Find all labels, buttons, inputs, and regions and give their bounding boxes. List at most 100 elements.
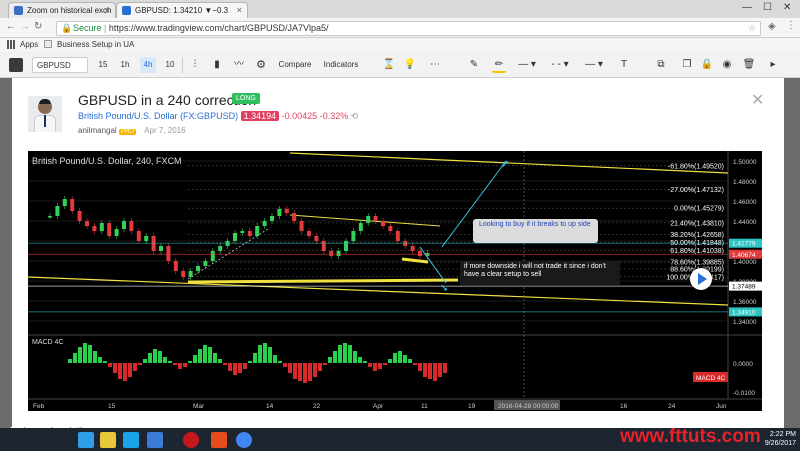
y-tick-label: 1.44000 [733,219,757,226]
macd-bar [153,349,157,363]
price-change-pct: -0.32% [319,111,349,121]
menu-icon[interactable]: ⋮ [786,20,796,31]
candles-icon[interactable]: ▮ [210,57,224,73]
tab-historical[interactable]: Zoom on historical exch × [8,2,116,18]
compare-button[interactable]: Compare [276,57,314,73]
candle [381,221,385,226]
chart-canvas[interactable]: 1.500001.480001.460001.440001.420001.400… [28,151,762,411]
interval-15[interactable]: 15 [95,57,111,73]
interval-4h[interactable]: 4h [140,57,156,73]
line-dash-icon[interactable]: - - ▾ [546,57,574,73]
candle [144,236,149,241]
alert-icon[interactable]: ⌛ [382,57,396,73]
play-icon [698,273,707,285]
bar-style-icon[interactable]: ⫶ [188,57,202,73]
media-icon[interactable] [183,432,199,448]
bookmark-business[interactable]: Business Setup in UA [57,40,134,49]
settings-gear-icon[interactable]: ⚙ [254,57,268,73]
app-icon[interactable] [147,432,163,448]
candle [99,223,104,231]
play-button[interactable] [690,268,712,290]
price-tag-label: 1.34910 [732,309,756,316]
copy-icon[interactable]: ⧉ [654,57,668,73]
candle [344,241,348,251]
candle [62,199,67,206]
extension-icon[interactable]: ◈ [768,21,776,32]
close-tab-icon[interactable]: × [105,3,110,18]
candle [210,251,215,261]
line-width-icon[interactable]: — ▾ [580,57,608,73]
macd-bar [138,363,142,365]
x-tick-label: Mar [193,403,205,410]
chrome-icon[interactable] [236,432,252,448]
delete-icon[interactable]: 🗑 [742,57,756,73]
indicators-button[interactable]: Indicators [318,57,364,73]
brush-icon[interactable]: ✏ [492,57,506,73]
close-modal-icon[interactable]: ✕ [751,90,764,110]
tab-gbpusd[interactable]: GBPUSD: 1.34210 ▼−0.3 × [116,2,248,18]
pattern-icon[interactable]: ⋯ [428,57,442,73]
lock-icon: 🔒 [61,23,73,33]
candle [410,246,415,251]
macd-bar [68,359,72,363]
more-icon[interactable]: ▸ [766,57,780,73]
explorer-icon[interactable] [78,432,94,448]
recorder-icon[interactable] [211,432,227,448]
url-field[interactable]: 🔒 Secure | https://www.tradingview.com/c… [56,21,761,36]
note-icon[interactable]: ✎ [467,57,481,73]
fib-label: 0.00%(1.45279) [674,206,724,213]
chart-type-icon[interactable]: 〰 [232,57,246,73]
close-window-icon[interactable]: ✕ [783,2,791,13]
chart-area[interactable]: 1.500001.480001.460001.440001.420001.400… [28,151,762,411]
annotation-buy[interactable]: Looking to buy if it breaks to up side [473,219,598,243]
line-style-icon[interactable]: — ▾ [512,57,542,73]
back-icon[interactable]: ← [6,21,16,32]
author-avatar[interactable] [28,96,62,132]
tab-title: GBPUSD: 1.34210 ▼−0.3 [135,6,229,15]
minimize-icon[interactable]: — [742,2,752,13]
candle [292,213,297,221]
interval-10[interactable]: 10 [162,57,178,73]
refresh-icon[interactable]: ⟲ [351,111,359,121]
skype-icon[interactable] [123,432,139,448]
close-tab-icon[interactable]: × [237,3,242,18]
chart-title: British Pound/U.S. Dollar, 240, FXCM [32,156,182,166]
candle [418,251,422,256]
macd-bar [103,361,107,363]
price-badge: 1.34194 [240,111,280,121]
forward-icon[interactable]: → [20,21,30,32]
interval-1h[interactable]: 1h [117,57,133,73]
macd-bar [178,363,182,369]
symbol-link[interactable]: (FX:GBPUSD) [180,111,238,121]
candle [314,236,319,241]
candle [366,216,371,223]
annotation-sell[interactable]: if more downside i will not trade it sin… [460,261,620,285]
lightbulb-icon[interactable]: 💡 [403,57,417,73]
macd-bar [318,363,322,371]
eye-icon[interactable]: ◉ [720,57,734,73]
macd-bar [273,355,277,363]
folder-icon[interactable] [100,432,116,448]
candle [321,241,326,251]
clone-icon[interactable]: ❐ [680,57,694,73]
bookmark-apps[interactable]: Apps [20,40,38,49]
macd-bar [113,363,117,373]
bookmark-star-icon[interactable]: ☆ [748,22,756,35]
symbol-input[interactable]: GBPUSD [32,57,88,73]
maximize-icon[interactable]: ☐ [763,2,772,13]
macd-bar [143,359,147,363]
price-tag-label: 1.40674 [732,252,756,259]
y-tick-label: 1.36000 [733,299,757,306]
candle [373,216,378,221]
macd-bar [258,345,262,363]
user-avatar[interactable] [9,58,23,72]
instrument-link[interactable]: British Pound/U.S. Dollar [78,111,178,121]
macd-bar [158,351,162,363]
text-icon[interactable]: T [617,57,631,73]
reload-icon[interactable]: ↻ [34,21,42,32]
lock-drawing-icon[interactable]: 🔒 [700,57,714,73]
macd-bar [423,363,427,377]
candle [270,216,274,221]
candle [299,221,304,231]
author-name[interactable]: anilmangal [78,126,117,135]
